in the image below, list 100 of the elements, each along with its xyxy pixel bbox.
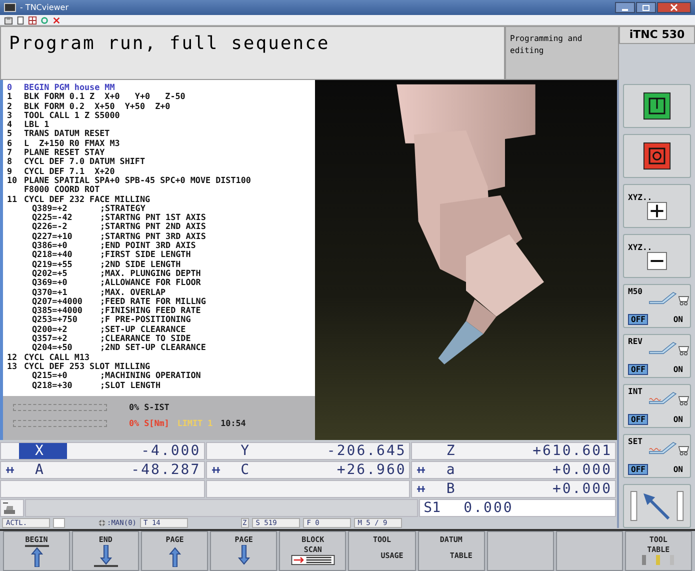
- minimize-button[interactable]: [615, 2, 635, 13]
- line-number: 4: [7, 120, 14, 130]
- side-softkey[interactable]: [623, 134, 691, 178]
- line-number: 9: [7, 166, 14, 176]
- program-line: LBL 1: [24, 120, 50, 130]
- app-icon: [4, 3, 16, 12]
- program-line: Q219=+55: [31, 260, 74, 269]
- line-number: 7: [7, 148, 14, 158]
- line-number: 5: [7, 129, 14, 139]
- program-line: Q218=+30: [31, 380, 74, 390]
- close-button[interactable]: [657, 2, 691, 13]
- axis-position: Y -206.645: [206, 442, 410, 460]
- program-line: TRANS DATUM RESET: [24, 129, 110, 139]
- program-line: Q370=+1: [31, 288, 68, 297]
- line-number: 6: [7, 138, 14, 148]
- toggle-softkey[interactable]: SET OFF ON: [623, 434, 691, 478]
- program-comment: ;ALLOWANCE FOR FLOOR: [100, 278, 201, 288]
- maximize-icon: [642, 4, 650, 10]
- line-number: 12: [7, 352, 18, 362]
- side-softkey[interactable]: [623, 484, 691, 528]
- program-line: Q207=+4000: [31, 296, 84, 306]
- program-line: PLANE SPATIAL SPA+0 SPB-45 SPC+0 MOVE DIST100: [24, 176, 251, 186]
- line-number: 3: [7, 110, 14, 120]
- load-reading: LIMIT 1: [177, 418, 213, 428]
- program-line: CYCL CALL M13: [24, 352, 90, 362]
- program-comment: ;FIRST SIDE LENGTH: [100, 250, 191, 260]
- line-number: 11: [7, 194, 18, 204]
- program-line: Q202=+5: [31, 268, 68, 278]
- line-number: 1: [7, 92, 14, 102]
- program-line: CYCL DEF 253 SLOT MILLING: [24, 362, 150, 372]
- program-comment: ;STARTNG PNT 2ND AXIS: [100, 222, 206, 232]
- axis-position: a +0.000: [411, 461, 616, 479]
- program-comment: ;STARTNG PNT 1ST AXIS: [100, 213, 206, 222]
- load-reading: 0% S-IST: [129, 402, 170, 412]
- status-box: [53, 518, 65, 528]
- maximize-button[interactable]: [636, 2, 656, 13]
- crosshair-icon: [98, 519, 106, 527]
- toggle-softkey[interactable]: REV OFF ON: [623, 334, 691, 378]
- line-number: 2: [7, 102, 14, 111]
- program-line: CYCL DEF 232 FACE MILLING: [24, 194, 150, 204]
- program-line: F8000 COORD ROT: [24, 185, 100, 195]
- toggle-softkey[interactable]: M50 OFF ON: [623, 284, 691, 328]
- plus-icon: [647, 202, 667, 220]
- program-line: Q369=+0: [31, 278, 68, 288]
- side-softkey[interactable]: [623, 84, 691, 128]
- program-comment: ;SET-UP CLEARANCE: [100, 324, 186, 334]
- program-line: Q225=-42: [31, 213, 74, 222]
- program-comment: ;2ND SIDE LENGTH: [100, 260, 181, 269]
- program-comment: ;2ND SET-UP CLEARANCE: [100, 343, 206, 353]
- program-line: BEGIN PGM house MM: [24, 83, 115, 92]
- program-line: L Z+150 R0 FMAX M3: [24, 138, 120, 148]
- program-comment: ;STRATEGY: [100, 204, 146, 214]
- program-comment: ;CLEARANCE TO SIDE: [100, 334, 191, 344]
- axis-position: B +0.000: [411, 480, 616, 498]
- program-line: Q226=-2: [31, 222, 68, 232]
- program-comment: ;FEED RATE FOR MILLNG: [100, 296, 206, 306]
- axis-position: A -48.287: [0, 461, 205, 479]
- program-line: BLK FORM 0.2 X+50 Y+50 Z+0: [24, 102, 170, 111]
- mode-title: Program run, full sequence: [0, 26, 505, 80]
- grid-icon[interactable]: [28, 16, 37, 24]
- minus-icon: [647, 252, 667, 270]
- program-line: Q200=+2: [31, 324, 68, 334]
- program-line: CYCL DEF 7.0 DATUM SHIFT: [24, 157, 146, 167]
- program-line: Q386=+0: [31, 241, 68, 250]
- side-softkey[interactable]: XYZ..: [623, 234, 691, 278]
- program-line: Q253=+750: [31, 315, 78, 325]
- line-number: 0: [7, 83, 14, 92]
- line-number: 10: [7, 176, 18, 186]
- load-reading: 10:54: [220, 418, 246, 428]
- window-title: - TNCviewer: [20, 3, 70, 12]
- program-comment: ;MAX. PLUNGING DEPTH: [100, 268, 201, 278]
- program-comment: ;SLOT LENGTH: [100, 380, 161, 390]
- program-line: Q389=+2: [31, 204, 68, 214]
- axis-position: X -4.000: [0, 442, 205, 460]
- toggle-softkey[interactable]: INT OFF ON: [623, 384, 691, 428]
- close-icon: [670, 4, 678, 11]
- diagonal-arrow-icon: [628, 489, 686, 523]
- program-line: PLANE RESET STAY: [24, 148, 105, 158]
- program-comment: ;F PRE-POSITIONING: [100, 315, 191, 325]
- block-scan-icon: [290, 555, 335, 565]
- line-number: 13: [7, 362, 18, 372]
- program-line: TOOL CALL 1 Z S5000: [24, 110, 120, 120]
- program-line: Q385=+4000: [31, 306, 84, 316]
- program-line: Q215=+0: [31, 371, 68, 380]
- program-line: Q227=+10: [31, 232, 74, 242]
- side-softkey[interactable]: XYZ..: [623, 184, 691, 228]
- control-brand: iTNC 530: [619, 26, 695, 44]
- document-icon[interactable]: [16, 16, 25, 24]
- close-icon[interactable]: [52, 16, 61, 24]
- program-comment: ;STARTNG PNT 3RD AXIS: [100, 232, 206, 242]
- axis-position: Z +610.601: [411, 442, 616, 460]
- program-comment: ;END POINT 3RD AXIS: [100, 241, 196, 250]
- program-line: CYCL DEF 7.1 X+20: [24, 166, 115, 176]
- program-line: Q357=+2: [31, 334, 68, 344]
- line-number: 8: [7, 157, 14, 167]
- spindle-position: S1 0.000: [418, 499, 616, 517]
- program-line: Q204=+50: [31, 343, 74, 353]
- tool-icon: [1, 500, 17, 516]
- axis-position: C +26.960: [206, 461, 410, 479]
- load-reading: 0% S[Nm]: [129, 418, 170, 428]
